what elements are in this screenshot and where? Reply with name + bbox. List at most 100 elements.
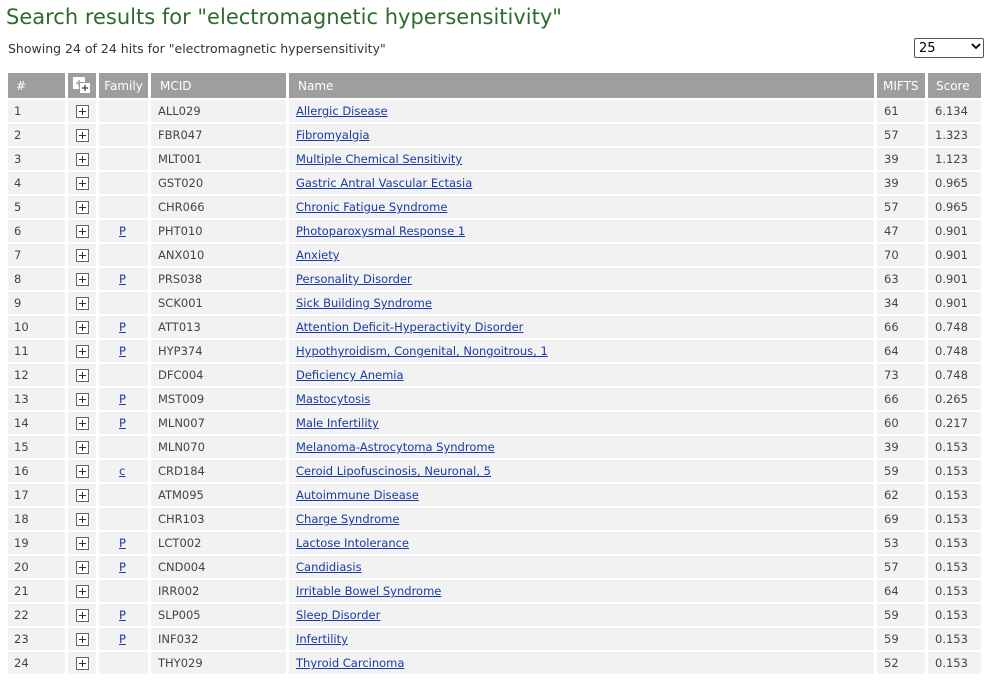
score-cell: 6.134 bbox=[928, 100, 981, 124]
family-link[interactable]: P bbox=[119, 536, 126, 550]
column-header-score[interactable]: Score bbox=[928, 73, 981, 100]
disease-name-link[interactable]: Irritable Bowel Syndrome bbox=[296, 584, 441, 598]
plus-box-icon[interactable] bbox=[75, 105, 89, 118]
plus-box-icon[interactable] bbox=[75, 249, 89, 262]
column-header-family[interactable]: Family bbox=[99, 73, 148, 100]
plus-box-icon[interactable] bbox=[75, 657, 89, 670]
family-link[interactable]: P bbox=[119, 224, 126, 238]
family-cell bbox=[99, 580, 148, 604]
family-link[interactable]: P bbox=[119, 272, 126, 286]
plus-box-icon[interactable] bbox=[75, 633, 89, 646]
column-header-mcid[interactable]: MCID bbox=[151, 73, 286, 100]
family-link[interactable]: c bbox=[119, 464, 125, 478]
disease-name-link[interactable]: Anxiety bbox=[296, 248, 340, 262]
disease-name-link[interactable]: Male Infertility bbox=[296, 416, 379, 430]
plus-box-icon[interactable] bbox=[75, 369, 89, 382]
disease-name-link[interactable]: Personality Disorder bbox=[296, 272, 412, 286]
disease-name-link[interactable]: Photoparoxysmal Response 1 bbox=[296, 224, 465, 238]
mcid-cell: CHR066 bbox=[151, 196, 286, 220]
disease-name-link[interactable]: Sick Building Syndrome bbox=[296, 296, 432, 310]
disease-name-link[interactable]: Charge Syndrome bbox=[296, 512, 399, 526]
family-link[interactable]: P bbox=[119, 560, 126, 574]
plus-box-icon[interactable] bbox=[75, 513, 89, 526]
row-number: 10 bbox=[8, 316, 65, 340]
plus-box-icon[interactable] bbox=[75, 489, 89, 502]
column-header-mifts[interactable]: MIFTS bbox=[877, 73, 925, 100]
name-cell: Autoimmune Disease bbox=[289, 484, 874, 508]
plus-box-icon[interactable] bbox=[75, 129, 89, 142]
disease-name-link[interactable]: Mastocytosis bbox=[296, 392, 370, 406]
score-cell: 0.748 bbox=[928, 316, 981, 340]
plus-box-icon[interactable] bbox=[75, 609, 89, 622]
plus-box-icon[interactable] bbox=[75, 393, 89, 406]
family-link[interactable]: P bbox=[119, 320, 126, 334]
mcid-cell: CHR103 bbox=[151, 508, 286, 532]
plus-box-icon[interactable] bbox=[75, 321, 89, 334]
mcid-cell: GST020 bbox=[151, 172, 286, 196]
row-number: 19 bbox=[8, 532, 65, 556]
mifts-cell: 59 bbox=[877, 604, 925, 628]
disease-name-link[interactable]: Deficiency Anemia bbox=[296, 368, 404, 382]
table-row: 7 ANX010 Anxiety 70 0.901 bbox=[8, 244, 981, 268]
plus-box-icon[interactable] bbox=[75, 345, 89, 358]
expand-all-icon[interactable] bbox=[73, 77, 91, 94]
column-header-number[interactable]: # bbox=[8, 73, 65, 100]
plus-box-icon[interactable] bbox=[75, 441, 89, 454]
name-cell: Thyroid Carcinoma bbox=[289, 652, 874, 676]
disease-name-link[interactable]: Chronic Fatigue Syndrome bbox=[296, 200, 447, 214]
row-number: 6 bbox=[8, 220, 65, 244]
plus-box-icon[interactable] bbox=[75, 153, 89, 166]
name-cell: Melanoma-Astrocytoma Syndrome bbox=[289, 436, 874, 460]
score-cell: 0.153 bbox=[928, 484, 981, 508]
row-expand-cell bbox=[68, 244, 96, 268]
family-link[interactable]: P bbox=[119, 608, 126, 622]
row-number: 11 bbox=[8, 340, 65, 364]
hits-summary: Showing 24 of 24 hits for "electromagnet… bbox=[8, 41, 386, 56]
plus-box-icon[interactable] bbox=[75, 297, 89, 310]
row-number: 12 bbox=[8, 364, 65, 388]
row-number: 4 bbox=[8, 172, 65, 196]
page-size-select[interactable]: 25 bbox=[914, 38, 984, 58]
disease-name-link[interactable]: Thyroid Carcinoma bbox=[296, 656, 404, 670]
plus-box-icon[interactable] bbox=[75, 585, 89, 598]
row-number: 15 bbox=[8, 436, 65, 460]
disease-name-link[interactable]: Melanoma-Astrocytoma Syndrome bbox=[296, 440, 495, 454]
plus-box-icon[interactable] bbox=[75, 201, 89, 214]
results-header-row: # Family MCID Name MIFTS Score bbox=[8, 73, 981, 100]
mcid-cell: IRR002 bbox=[151, 580, 286, 604]
disease-name-link[interactable]: Fibromyalgia bbox=[296, 128, 370, 142]
family-cell bbox=[99, 508, 148, 532]
column-header-expand-all[interactable] bbox=[68, 73, 96, 100]
plus-box-icon[interactable] bbox=[75, 417, 89, 430]
disease-name-link[interactable]: Ceroid Lipofuscinosis, Neuronal, 5 bbox=[296, 464, 491, 478]
disease-name-link[interactable]: Hypothyroidism, Congenital, Nongoitrous,… bbox=[296, 344, 548, 358]
column-header-name[interactable]: Name bbox=[289, 73, 874, 100]
disease-name-link[interactable]: Autoimmune Disease bbox=[296, 488, 419, 502]
disease-name-link[interactable]: Attention Deficit-Hyperactivity Disorder bbox=[296, 320, 523, 334]
plus-box-icon[interactable] bbox=[75, 561, 89, 574]
plus-box-icon[interactable] bbox=[75, 177, 89, 190]
plus-box-icon[interactable] bbox=[75, 537, 89, 550]
disease-name-link[interactable]: Candidiasis bbox=[296, 560, 362, 574]
family-link[interactable]: P bbox=[119, 632, 126, 646]
row-expand-cell bbox=[68, 412, 96, 436]
disease-name-link[interactable]: Gastric Antral Vascular Ectasia bbox=[296, 176, 472, 190]
plus-box-icon[interactable] bbox=[75, 225, 89, 238]
plus-box-icon[interactable] bbox=[75, 273, 89, 286]
table-row: 24 THY029 Thyroid Carcinoma 52 0.153 bbox=[8, 652, 981, 676]
disease-name-link[interactable]: Infertility bbox=[296, 632, 348, 646]
disease-name-link[interactable]: Multiple Chemical Sensitivity bbox=[296, 152, 462, 166]
family-link[interactable]: P bbox=[119, 344, 126, 358]
disease-name-link[interactable]: Allergic Disease bbox=[296, 104, 388, 118]
disease-name-link[interactable]: Sleep Disorder bbox=[296, 608, 380, 622]
disease-name-link[interactable]: Lactose Intolerance bbox=[296, 536, 409, 550]
name-cell: Sleep Disorder bbox=[289, 604, 874, 628]
family-link[interactable]: P bbox=[119, 416, 126, 430]
score-cell: 0.153 bbox=[928, 556, 981, 580]
row-expand-cell bbox=[68, 148, 96, 172]
table-row: 18 CHR103 Charge Syndrome 69 0.153 bbox=[8, 508, 981, 532]
family-link[interactable]: P bbox=[119, 392, 126, 406]
plus-box-icon[interactable] bbox=[75, 465, 89, 478]
row-expand-cell bbox=[68, 652, 96, 676]
score-cell: 1.323 bbox=[928, 124, 981, 148]
